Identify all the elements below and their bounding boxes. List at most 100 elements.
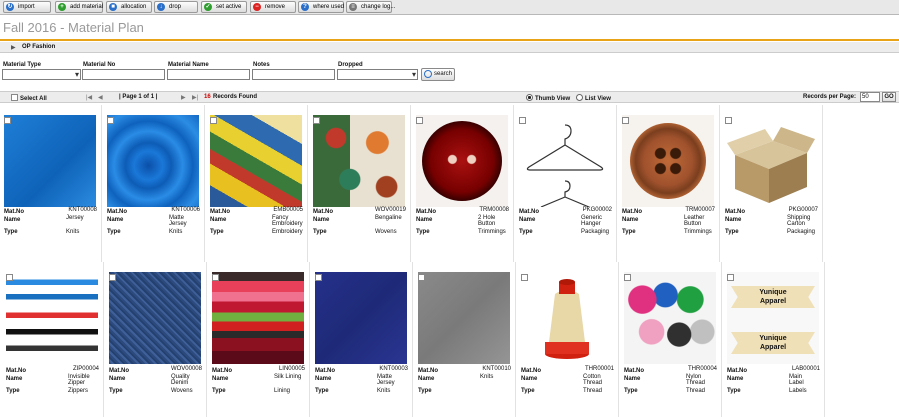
drop-button[interactable]: ↓ drop: [154, 1, 198, 13]
dropped-select[interactable]: [337, 69, 418, 80]
material-name-label: Material Name: [168, 62, 209, 68]
material-card[interactable]: Mat.No EMB00005 Name Fancy Embroidery Type Em…: [206, 105, 308, 262]
where-used-button[interactable]: ? where used: [298, 1, 344, 13]
mat-no-label: Mat.No: [624, 368, 644, 374]
material-thumbnail[interactable]: [107, 115, 199, 207]
material-card[interactable]: Mat.No PKG00007 Name Shipping Carton Type Pac…: [721, 105, 823, 262]
material-thumbnail[interactable]: Yunique Apparel Yunique Apparel: [727, 272, 819, 364]
type-value: Trimmings: [684, 229, 712, 235]
next-page-icon[interactable]: ▶: [181, 94, 186, 101]
material-checkbox[interactable]: [727, 274, 734, 281]
toolbar: ↻ import + add material ■ allocation ↓ drop …: [0, 0, 899, 15]
material-thumbnail[interactable]: [521, 272, 613, 364]
material-thumbnail[interactable]: [519, 115, 611, 207]
select-all[interactable]: Select All: [11, 94, 47, 102]
material-checkbox[interactable]: [622, 117, 629, 124]
first-page-icon[interactable]: |◀: [86, 94, 92, 101]
name-value: Invisible Zipper: [68, 374, 90, 386]
add-material-button[interactable]: + add material: [55, 1, 103, 13]
material-thumbnail[interactable]: [622, 115, 714, 207]
material-thumbnail[interactable]: [315, 272, 407, 364]
search-button[interactable]: search: [421, 68, 455, 81]
material-checkbox[interactable]: [519, 117, 526, 124]
material-thumbnail[interactable]: [624, 272, 716, 364]
last-page-icon[interactable]: ▶|: [192, 94, 198, 101]
material-checkbox[interactable]: [210, 117, 217, 124]
select-all-checkbox[interactable]: [11, 94, 18, 101]
material-thumbnail[interactable]: [725, 115, 817, 207]
type-label: Type: [107, 229, 121, 235]
material-checkbox[interactable]: [4, 117, 11, 124]
material-thumbnail[interactable]: [6, 272, 98, 364]
mat-no-value: THR00004: [687, 366, 717, 372]
material-type-select[interactable]: [2, 69, 81, 80]
prev-page-icon[interactable]: ◀: [98, 94, 103, 101]
type-value: Thread: [686, 388, 706, 394]
material-card[interactable]: Mat.No THR00001 Name Cotton Thread Type Threa…: [517, 262, 619, 417]
material-thumbnail[interactable]: [4, 115, 96, 207]
list-view-radio-dot[interactable]: [576, 94, 583, 101]
type-label: Type: [624, 388, 638, 394]
material-card[interactable]: Mat.No LIN00005 Name Silk Lining Type Lining: [208, 262, 310, 417]
material-checkbox[interactable]: [521, 274, 528, 281]
org-bar[interactable]: ▶ OP Fashion: [0, 42, 899, 53]
list-view-radio[interactable]: List View: [576, 94, 611, 102]
import-button[interactable]: ↻ import: [3, 1, 51, 13]
notes-input[interactable]: [252, 69, 335, 80]
material-card[interactable]: Mat.No KNT00003 Name Matte Jersey Type Knits: [311, 262, 413, 417]
material-thumbnail[interactable]: [418, 272, 510, 364]
material-checkbox[interactable]: [109, 274, 116, 281]
material-checkbox[interactable]: [624, 274, 631, 281]
material-checkbox[interactable]: [418, 274, 425, 281]
name-value: Leather Button: [684, 215, 705, 227]
name-label: Name: [622, 217, 639, 223]
allocation-button[interactable]: ■ allocation: [106, 1, 152, 13]
material-card[interactable]: Mat.No KNT00008 Name Jersey Type Knits: [0, 105, 102, 262]
material-checkbox[interactable]: [313, 117, 320, 124]
material-card[interactable]: Mat.No TRM00007 Name Leather Button Type Trim…: [618, 105, 720, 262]
material-checkbox[interactable]: [315, 274, 322, 281]
expand-triangle-icon[interactable]: ▶: [11, 44, 16, 51]
material-name-input[interactable]: [167, 69, 250, 80]
type-label: Type: [109, 388, 123, 394]
records-per-page-select[interactable]: 50: [860, 92, 880, 102]
name-label: Name: [521, 376, 538, 382]
material-card[interactable]: Mat.No PKG00002 Name Generic Hanger Type Pack…: [515, 105, 617, 262]
mat-no-label: Mat.No: [622, 209, 642, 215]
name-label: Name: [6, 376, 23, 382]
material-thumbnail[interactable]: [212, 272, 304, 364]
material-checkbox[interactable]: [6, 274, 13, 281]
material-card[interactable]: Mat.No WOV00019 Name Bengaline Type Wovens: [309, 105, 411, 262]
material-card[interactable]: Mat.No KNT00010 Name Knits Type: [414, 262, 516, 417]
material-checkbox[interactable]: [725, 117, 732, 124]
material-thumbnail[interactable]: [313, 115, 405, 207]
records-per-page-label: Records per Page:: [803, 94, 857, 100]
name-value: Matte Jersey: [377, 374, 395, 386]
material-card[interactable]: Mat.No KNT00006 Name Matte Jersey Type Knits: [103, 105, 205, 262]
remove-button[interactable]: − remove: [250, 1, 296, 13]
material-thumbnail[interactable]: [210, 115, 302, 207]
thumb-view-radio[interactable]: Thumb View: [526, 94, 570, 102]
material-checkbox[interactable]: [212, 274, 219, 281]
material-card[interactable]: Mat.No TRM00008 Name 2 Hole Button Type Trimm…: [412, 105, 514, 262]
material-no-input[interactable]: [82, 69, 165, 80]
thumb-view-radio-dot[interactable]: [526, 94, 533, 101]
type-label: Type: [416, 229, 430, 235]
material-thumbnail[interactable]: [109, 272, 201, 364]
material-checkbox[interactable]: [107, 117, 114, 124]
material-card[interactable]: Mat.No WOV00008 Name Quality Denim Type Woven…: [105, 262, 207, 417]
go-button[interactable]: GO: [882, 92, 896, 102]
material-checkbox[interactable]: [416, 117, 423, 124]
type-value: Knits: [377, 388, 391, 394]
type-value: Wovens: [171, 388, 193, 394]
change-log-button[interactable]: ≡ change log...: [346, 1, 395, 13]
name-label: Name: [109, 376, 126, 382]
material-card[interactable]: Mat.No THR00004 Name Nylon Thread Type Thread: [620, 262, 722, 417]
material-card[interactable]: Mat.No ZIP00004 Name Invisible Zipper Type Zi…: [2, 262, 104, 417]
mat-no-label: Mat.No: [109, 368, 129, 374]
material-thumbnail[interactable]: [416, 115, 508, 207]
mat-no-value: KNT00003: [379, 366, 408, 372]
notes-label: Notes: [253, 62, 270, 68]
set-active-button[interactable]: ✓ set active: [201, 1, 247, 13]
material-card[interactable]: Yunique Apparel Yunique Apparel Mat.No LAB0…: [723, 262, 825, 417]
